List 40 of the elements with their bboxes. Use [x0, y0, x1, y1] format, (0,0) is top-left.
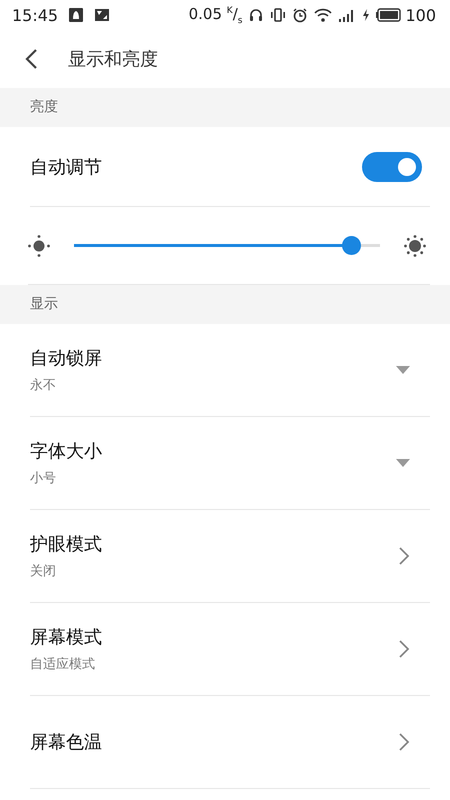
vibrate-icon [270, 7, 286, 23]
setting-value: 永不 [30, 377, 57, 394]
slider-thumb[interactable] [342, 236, 362, 255]
battery-level: 100 [405, 6, 436, 24]
section-header: 亮度 [0, 88, 450, 127]
page-title: 显示和亮度 [68, 48, 158, 71]
notification-icon [68, 7, 84, 23]
setting-value: 小号 [30, 470, 57, 487]
toggle-switch[interactable] [362, 152, 422, 182]
high-brightness-icon [404, 234, 426, 256]
setting-item[interactable]: 护眼模式 关闭 [30, 510, 430, 603]
battery-icon [376, 8, 402, 22]
wifi-icon [314, 7, 332, 23]
chevron-right-icon [398, 732, 410, 752]
chevron-right-icon [398, 546, 410, 566]
chevron-right-icon [398, 639, 410, 659]
setting-label: 护眼模式 [30, 533, 102, 556]
brightness-slider[interactable] [74, 236, 380, 255]
charging-icon [362, 8, 370, 22]
setting-item[interactable]: 屏幕色温 [30, 696, 430, 789]
setting-label: 屏幕模式 [30, 626, 102, 649]
setting-label: 字体大小 [30, 440, 102, 463]
dropdown-icon [396, 459, 410, 467]
status-time: 15:45 [12, 6, 58, 24]
alarm-icon [292, 7, 308, 23]
low-brightness-icon [28, 234, 50, 256]
network-speed: 0.05 $^{K}$/$_{s}$ [188, 4, 242, 26]
back-button[interactable] [24, 48, 38, 70]
section-header: 显示 [0, 285, 450, 324]
image-icon [94, 7, 110, 23]
setting-label: 屏幕色温 [30, 731, 102, 754]
setting-label: 自动锁屏 [30, 347, 102, 370]
setting-label: 自动调节 [30, 156, 102, 178]
dropdown-icon [396, 366, 410, 374]
setting-value: 自适应模式 [30, 656, 96, 673]
headphones-icon [248, 7, 264, 23]
setting-item[interactable]: 屏幕模式 自适应模式 [30, 603, 430, 696]
setting-item[interactable]: 自动锁屏 永不 [30, 324, 430, 417]
setting-value: 关闭 [30, 563, 57, 580]
setting-item[interactable]: 字体大小 小号 [30, 417, 430, 510]
